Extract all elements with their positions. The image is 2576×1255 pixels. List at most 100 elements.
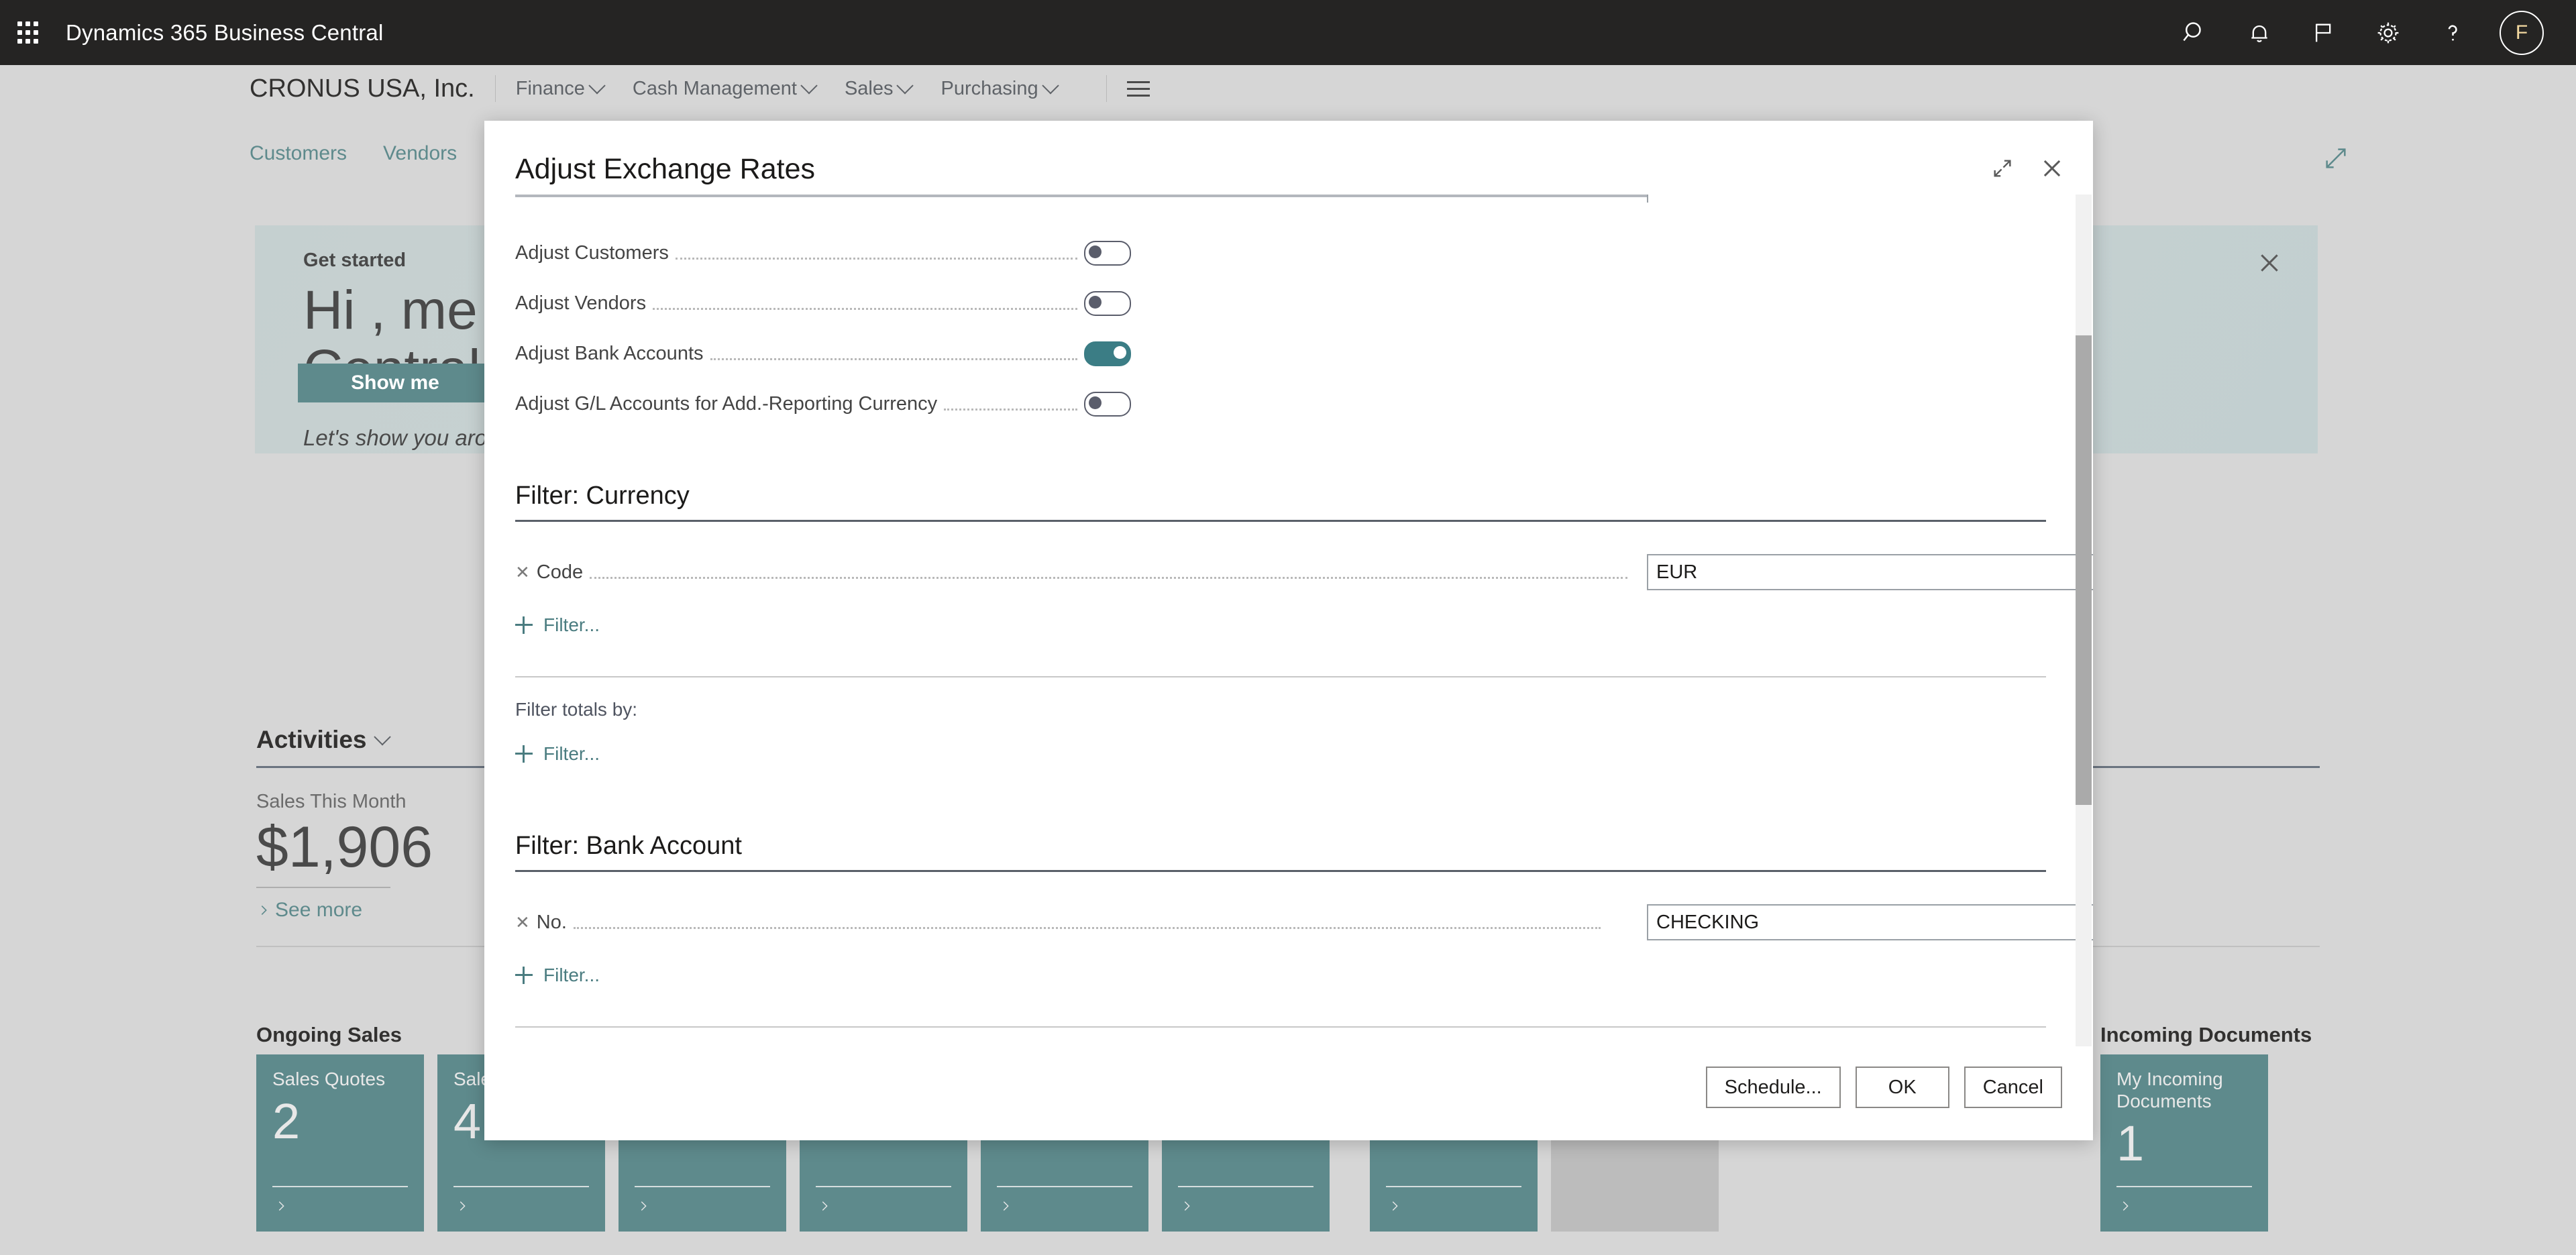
page-root: Dynamics 365 Business Central F CRONUS U… — [0, 0, 2576, 1255]
add-filter-currency-button[interactable]: Filter... — [484, 601, 2077, 649]
add-filter-bank-account-button[interactable]: Filter... — [484, 951, 2077, 999]
close-icon[interactable] — [2039, 156, 2065, 184]
tile-label: My Incoming Documents — [2116, 1069, 2223, 1112]
filter-bank-account-title: Filter: Bank Account — [515, 832, 742, 860]
nav-item-sales[interactable]: Sales — [844, 77, 914, 100]
divider — [1386, 1186, 1521, 1187]
leader-dots — [675, 258, 1077, 260]
adjust-customers-toggle[interactable] — [1084, 241, 1131, 266]
adjust-vendors-toggle[interactable] — [1084, 291, 1131, 316]
dialog-scrollbar-track[interactable] — [2076, 195, 2092, 1046]
toggle-label: Adjust G/L Accounts for Add.-Reporting C… — [515, 393, 938, 415]
adjust-exchange-rates-dialog: Adjust Exchange Rates Document No. — [484, 121, 2093, 1140]
sidebar-item-vendors[interactable]: Vendors — [383, 142, 457, 165]
chevron-right-icon — [998, 1196, 1013, 1219]
chevron-down-icon — [800, 77, 818, 95]
help-question-icon[interactable] — [2420, 0, 2485, 65]
toggle-row-adjust-gl-accounts: Adjust G/L Accounts for Add.-Reporting C… — [484, 379, 2077, 429]
tile-sales-quotes[interactable]: Sales Quotes 2 — [256, 1054, 424, 1232]
plus-icon — [515, 967, 533, 984]
chevron-right-icon — [1387, 1196, 1402, 1219]
remove-x-icon[interactable]: ✕ — [484, 562, 530, 583]
chevron-down-icon — [896, 77, 914, 95]
dialog-window-controls — [1991, 156, 2065, 184]
dialog-footer-buttons: Schedule... OK Cancel — [1705, 1067, 2062, 1108]
filter-currency-code-row: ✕ Code — [484, 543, 2093, 601]
app-title: Dynamics 365 Business Central — [66, 19, 384, 45]
dialog-title: Adjust Exchange Rates — [515, 153, 815, 185]
add-filter-label: Filter... — [543, 614, 600, 635]
avatar-initial: F — [2515, 21, 2528, 44]
chevron-right-icon — [2118, 1196, 2133, 1219]
plus-icon — [515, 616, 533, 634]
collapse-arrows-icon[interactable] — [1991, 157, 2014, 183]
show-me-button[interactable]: Show me — [298, 364, 492, 402]
leader-dots — [653, 308, 1077, 310]
divider — [816, 1186, 951, 1187]
currency-code-input[interactable] — [1648, 560, 2093, 584]
nav-item-purchasing[interactable]: Purchasing — [941, 77, 1059, 100]
app-bar: Dynamics 365 Business Central F — [0, 0, 2576, 65]
cancel-button[interactable]: Cancel — [1964, 1067, 2062, 1108]
leader-dots — [590, 576, 1627, 579]
company-name[interactable]: CRONUS USA, Inc. — [250, 74, 475, 103]
nav-divider — [494, 75, 496, 102]
bank-account-no-input[interactable] — [1648, 910, 2093, 934]
app-bar-actions: F — [2163, 0, 2576, 65]
search-icon[interactable] — [2163, 0, 2227, 65]
dialog-content: Document No. Adjust Customers Adjust Ven… — [484, 195, 2093, 1046]
divider — [1178, 1186, 1313, 1187]
gear-icon[interactable] — [2356, 0, 2420, 65]
leader-dots — [944, 408, 1077, 411]
chevron-down-icon — [1041, 77, 1059, 95]
adjust-gl-accounts-toggle[interactable] — [1084, 392, 1131, 417]
chevron-right-icon — [261, 906, 267, 916]
divider — [453, 1186, 589, 1187]
app-launcher-icon[interactable] — [17, 17, 48, 48]
plus-icon — [515, 745, 533, 763]
sidebar-item-customers[interactable]: Customers — [250, 142, 347, 165]
add-filter-totals-currency-button[interactable]: Filter... — [484, 730, 2077, 778]
ongoing-sales-title: Ongoing Sales — [256, 1023, 402, 1046]
toggle-row-adjust-customers: Adjust Customers — [484, 228, 2077, 278]
clipped-document-no-row: Document No. — [484, 195, 2077, 216]
chevron-right-icon — [636, 1196, 651, 1219]
toggle-label: Adjust Customers — [515, 242, 669, 264]
activities-title: Activities — [256, 726, 367, 753]
chevron-right-icon — [817, 1196, 832, 1219]
schedule-button[interactable]: Schedule... — [1705, 1067, 1841, 1108]
dialog-scrollbar-thumb[interactable] — [2076, 335, 2092, 805]
nav-item-finance[interactable]: Finance — [515, 77, 606, 100]
toggle-row-adjust-bank-accounts: Adjust Bank Accounts — [484, 329, 2077, 379]
add-filter-label: Filter... — [543, 743, 600, 764]
nav-item-label: Sales — [844, 77, 894, 99]
nav-item-label: Purchasing — [941, 77, 1038, 99]
ok-button[interactable]: OK — [1855, 1067, 1949, 1108]
hamburger-menu-icon[interactable] — [1126, 80, 1150, 97]
tile-my-incoming-documents[interactable]: My Incoming Documents 1 — [2100, 1054, 2268, 1232]
chevron-down-icon — [588, 77, 606, 95]
expand-diagonal-icon[interactable] — [2322, 145, 2349, 175]
field-label: Code — [536, 561, 584, 583]
flag-icon[interactable] — [2292, 0, 2356, 65]
filter-totals-by-label-currency: Filter totals by: — [515, 699, 638, 720]
currency-code-field[interactable] — [1647, 554, 2093, 590]
see-more-label: See more — [275, 899, 363, 922]
tile-value: 1 — [2116, 1115, 2145, 1172]
close-icon[interactable] — [2256, 250, 2283, 280]
remove-x-icon[interactable]: ✕ — [484, 912, 530, 933]
chevron-down-icon — [373, 728, 391, 746]
chevron-right-icon — [455, 1196, 470, 1219]
dialog-scroll-body: Document No. Adjust Customers Adjust Ven… — [484, 195, 2093, 1046]
toggle-label: Adjust Vendors — [515, 292, 647, 314]
divider — [2116, 1186, 2252, 1187]
filter-bank-account-no-row: ✕ No. — [484, 893, 2093, 951]
avatar[interactable]: F — [2500, 10, 2544, 55]
nav-item-cash-management[interactable]: Cash Management — [633, 77, 818, 100]
chevron-right-icon — [274, 1196, 288, 1219]
clipped-field-box[interactable] — [1647, 195, 2077, 203]
nav-item-label: Finance — [515, 77, 585, 99]
adjust-bank-accounts-toggle[interactable] — [1084, 341, 1131, 366]
bank-account-no-field[interactable] — [1647, 904, 2093, 940]
notification-bell-icon[interactable] — [2227, 0, 2292, 65]
